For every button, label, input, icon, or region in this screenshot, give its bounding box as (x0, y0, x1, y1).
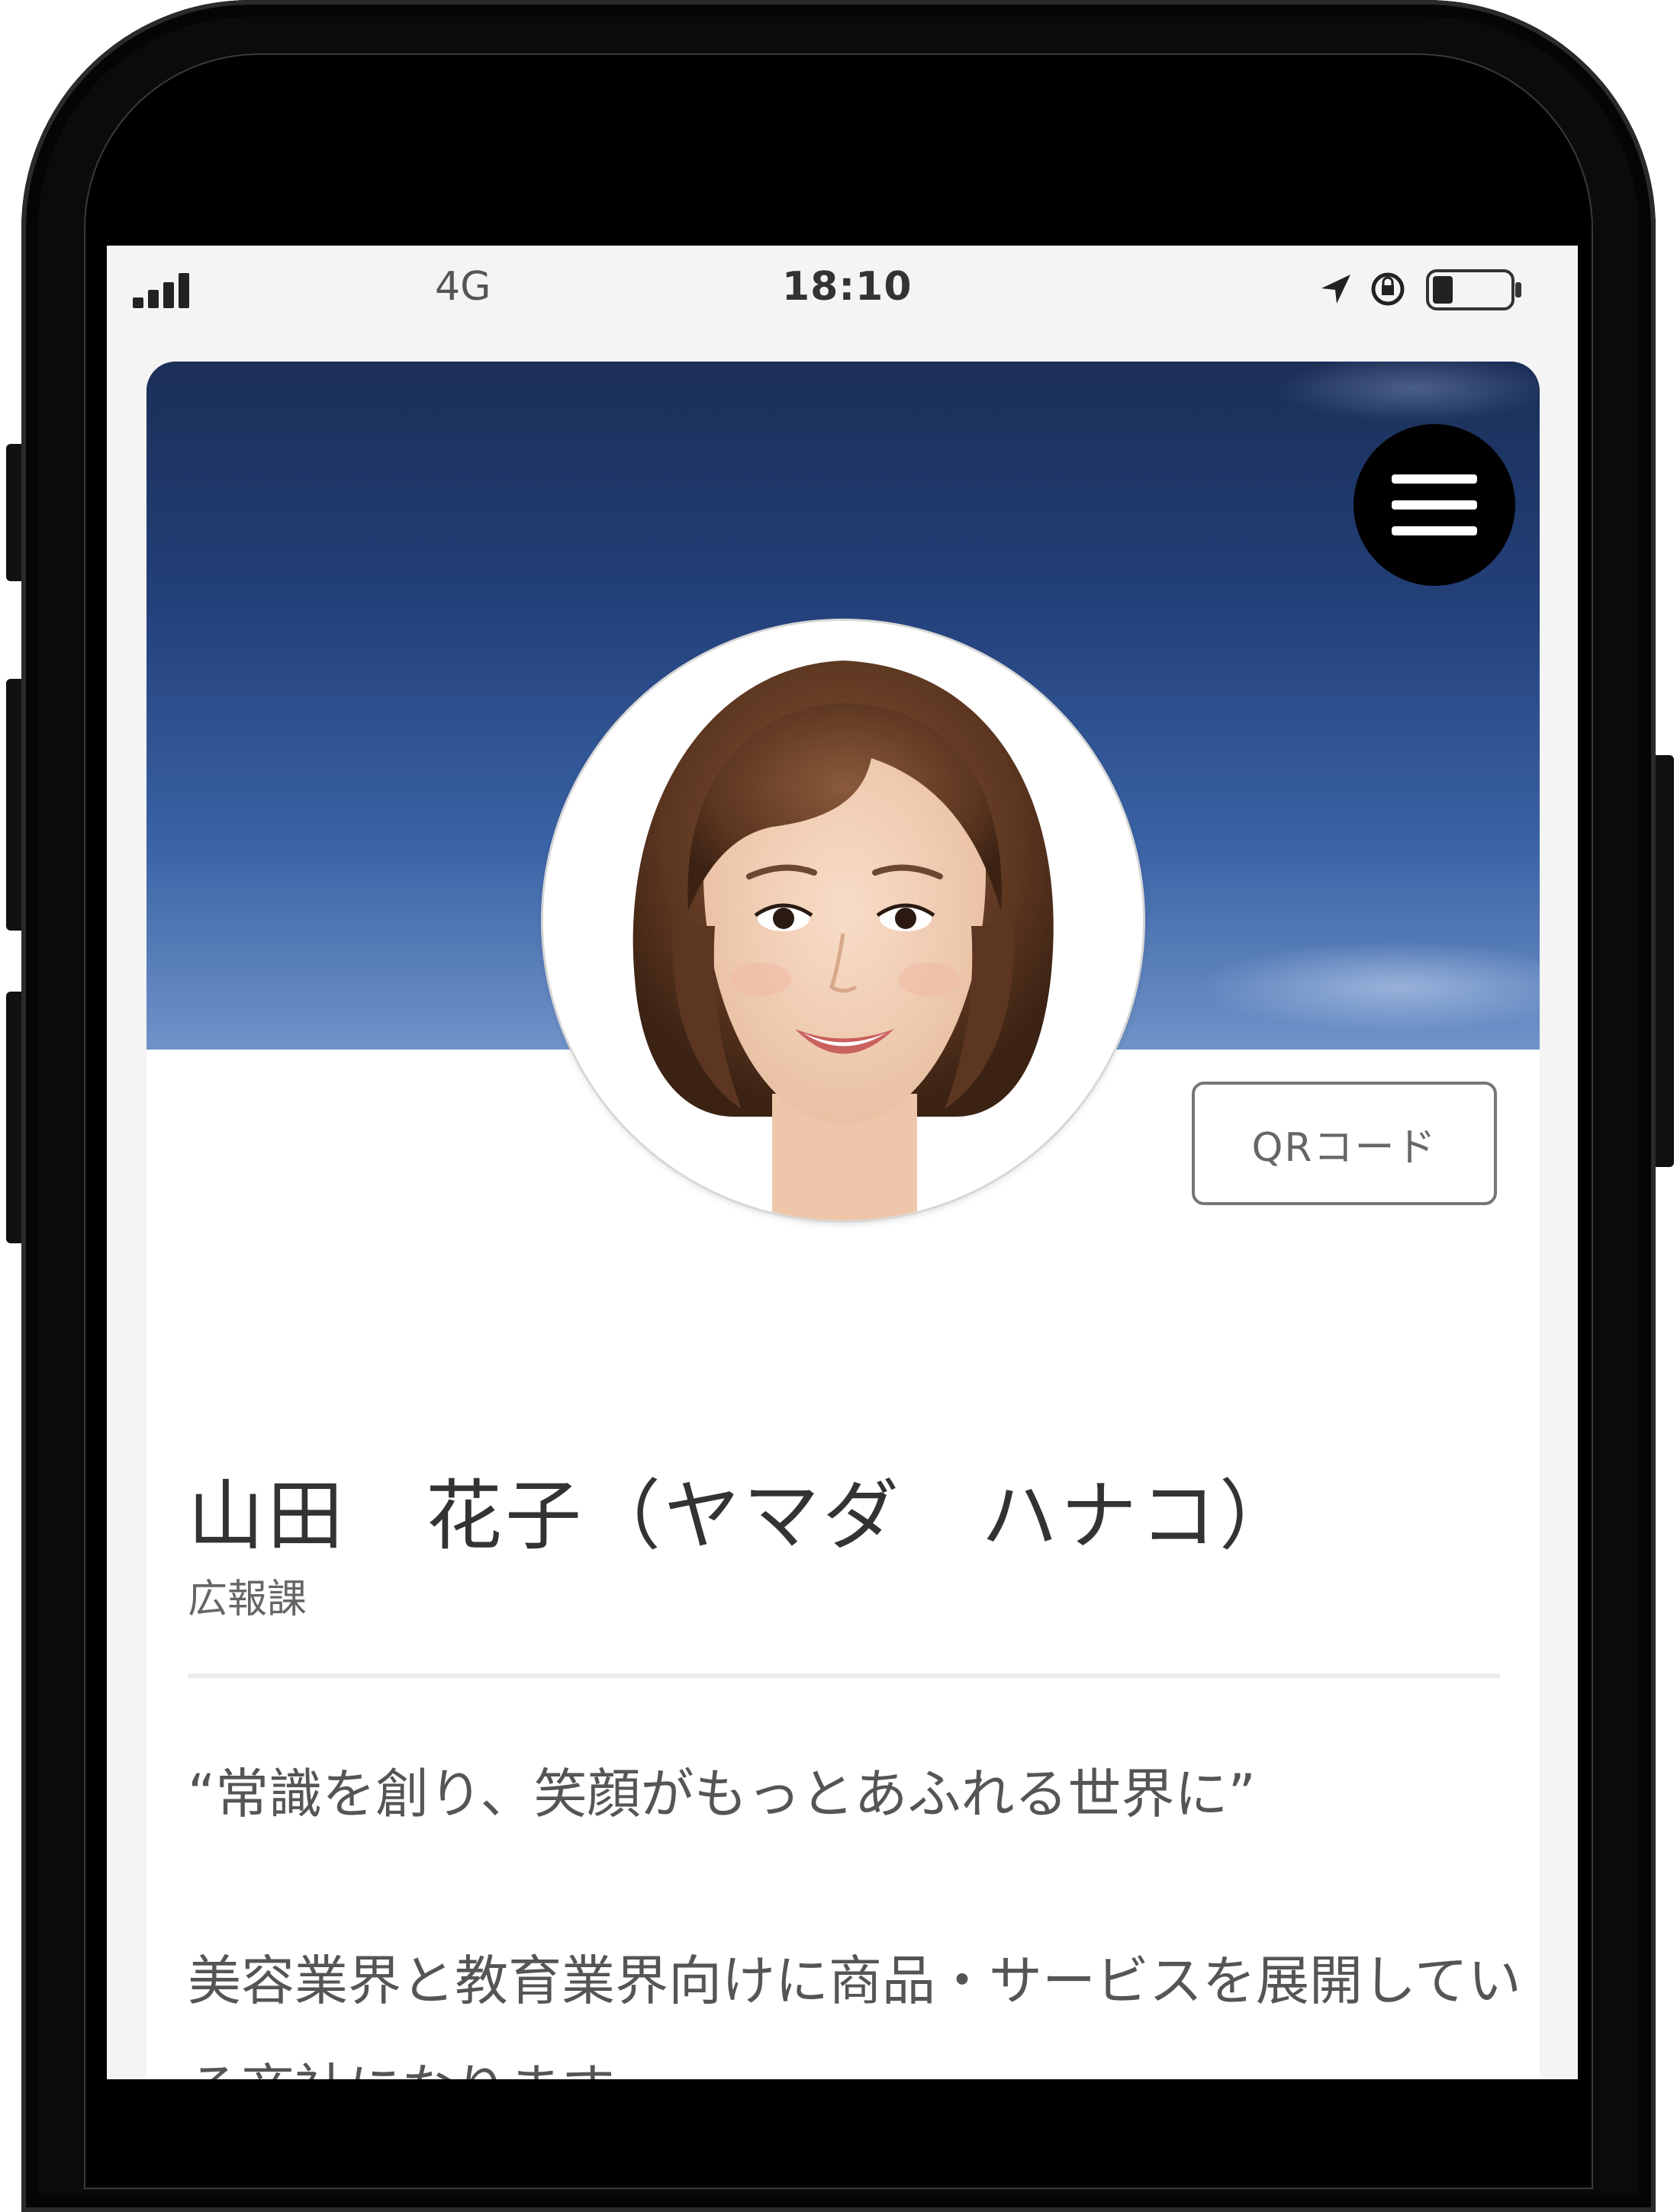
profile-photo (543, 621, 1143, 1220)
signal-bars-icon (133, 268, 201, 308)
avatar (543, 621, 1143, 1220)
cover-cloud (1199, 941, 1540, 1033)
status-time: 18:10 (782, 264, 913, 310)
battery-icon (1426, 269, 1521, 310)
phone-screen: 4G 18:10 QRコード 山田 花子（ヤマダ ハナコ） 広報課 “常識を創り… (107, 246, 1578, 2079)
network-type: 4G (435, 264, 491, 310)
location-arrow-icon (1321, 275, 1350, 304)
profile-name: 山田 花子（ヤマダ ハナコ） (188, 1471, 1299, 1561)
profile-description: 美容業界と教育業界向けに商品・サービスを展開している商社になります。 (188, 1950, 1521, 2079)
cover-cloud (1276, 362, 1540, 423)
profile-department: 広報課 (188, 1577, 307, 1622)
status-bar: 4G 18:10 (107, 246, 1578, 345)
status-icons (1318, 267, 1547, 313)
profile-card: QRコード 山田 花子（ヤマダ ハナコ） 広報課 “常識を創り、笑顔がもっとあふ… (146, 362, 1540, 2079)
qr-code-button[interactable]: QRコード (1192, 1082, 1497, 1205)
hamburger-menu-icon[interactable] (1354, 424, 1515, 586)
rotation-lock-icon (1371, 272, 1405, 306)
profile-tagline: “常識を創り、笑顔がもっとあふれる世界に” (188, 1763, 1256, 1825)
divider (188, 1673, 1500, 1678)
